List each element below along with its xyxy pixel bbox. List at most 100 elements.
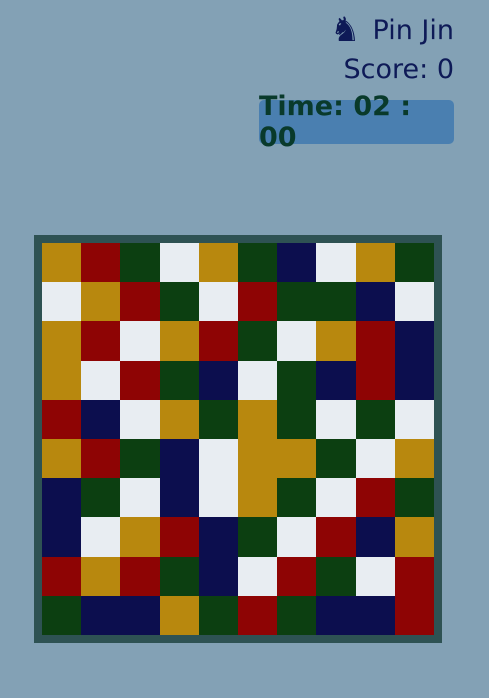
board-tile[interactable] xyxy=(159,243,199,283)
board-tile[interactable] xyxy=(277,360,317,400)
board-tile[interactable] xyxy=(81,556,121,596)
board-tile[interactable] xyxy=(355,321,395,361)
board-tile[interactable] xyxy=(120,282,160,322)
board-tile[interactable] xyxy=(198,517,238,557)
board-tile[interactable] xyxy=(42,399,82,439)
board-tile[interactable] xyxy=(394,360,434,400)
board-tile[interactable] xyxy=(316,438,356,479)
board-tile[interactable] xyxy=(237,517,278,557)
board-tile[interactable] xyxy=(81,243,121,283)
board-tile[interactable] xyxy=(355,556,395,596)
board-tile[interactable] xyxy=(159,399,199,439)
board-tile[interactable] xyxy=(394,282,434,322)
board-tile[interactable] xyxy=(81,282,121,322)
board-tile[interactable] xyxy=(277,478,317,518)
board-tile[interactable] xyxy=(394,595,434,635)
board-tile[interactable] xyxy=(120,399,160,439)
board-tile[interactable] xyxy=(355,360,395,400)
board-tile[interactable] xyxy=(277,556,317,596)
board-tile[interactable] xyxy=(237,282,278,322)
board-tile[interactable] xyxy=(237,438,278,479)
board-tile[interactable] xyxy=(237,595,278,635)
board-tile[interactable] xyxy=(159,595,199,635)
board-tile[interactable] xyxy=(237,243,278,283)
board-tile[interactable] xyxy=(355,595,395,635)
board-tile[interactable] xyxy=(120,243,160,283)
board-tile[interactable] xyxy=(355,438,395,479)
board-tile[interactable] xyxy=(316,478,356,518)
board-tile[interactable] xyxy=(159,360,199,400)
board-tile[interactable] xyxy=(120,556,160,596)
board-tile[interactable] xyxy=(237,478,278,518)
board-tile[interactable] xyxy=(198,595,238,635)
board-tile[interactable] xyxy=(81,360,121,400)
board-tile[interactable] xyxy=(120,438,160,479)
board-tile[interactable] xyxy=(394,243,434,283)
board-tile[interactable] xyxy=(277,243,317,283)
board-tile[interactable] xyxy=(81,321,121,361)
board-tile[interactable] xyxy=(316,556,356,596)
board-tile[interactable] xyxy=(198,321,238,361)
board-tile[interactable] xyxy=(237,556,278,596)
board-tile[interactable] xyxy=(316,243,356,283)
board-tile[interactable] xyxy=(42,438,82,479)
board-tile[interactable] xyxy=(394,556,434,596)
board-tile[interactable] xyxy=(159,517,199,557)
board-tile[interactable] xyxy=(237,321,278,361)
board-tile[interactable] xyxy=(81,399,121,439)
board-tile[interactable] xyxy=(159,556,199,596)
board-tile[interactable] xyxy=(42,243,82,283)
board-tile[interactable] xyxy=(237,399,278,439)
board-tile[interactable] xyxy=(198,438,238,479)
board-tile[interactable] xyxy=(42,517,82,557)
board-tile[interactable] xyxy=(42,360,82,400)
board-tile[interactable] xyxy=(198,243,238,283)
board-tile[interactable] xyxy=(394,321,434,361)
board-tile[interactable] xyxy=(42,321,82,361)
board-tile[interactable] xyxy=(316,321,356,361)
board-tile[interactable] xyxy=(316,595,356,635)
board-tile[interactable] xyxy=(198,282,238,322)
board-tile[interactable] xyxy=(394,399,434,439)
board-tile[interactable] xyxy=(277,438,317,479)
board-tile[interactable] xyxy=(355,282,395,322)
board-tile[interactable] xyxy=(159,478,199,518)
board-tile[interactable] xyxy=(198,478,238,518)
board-tile[interactable] xyxy=(316,360,356,400)
board-tile[interactable] xyxy=(81,478,121,518)
board-tile[interactable] xyxy=(277,282,317,322)
board-tile[interactable] xyxy=(42,595,82,635)
board-tile[interactable] xyxy=(159,282,199,322)
board-tile[interactable] xyxy=(394,517,434,557)
board-tile[interactable] xyxy=(159,321,199,361)
board-tile[interactable] xyxy=(237,360,278,400)
board-tile[interactable] xyxy=(120,595,160,635)
board-tile[interactable] xyxy=(120,360,160,400)
board-tile[interactable] xyxy=(198,360,238,400)
board-tile[interactable] xyxy=(159,438,199,479)
board-tile[interactable] xyxy=(81,438,121,479)
board-tile[interactable] xyxy=(394,478,434,518)
board-tile[interactable] xyxy=(42,556,82,596)
board-tile[interactable] xyxy=(277,321,317,361)
board-tile[interactable] xyxy=(120,517,160,557)
board-tile[interactable] xyxy=(316,399,356,439)
board-tile[interactable] xyxy=(277,595,317,635)
board-tile[interactable] xyxy=(198,399,238,439)
board-tile[interactable] xyxy=(81,595,121,635)
board-tile[interactable] xyxy=(355,399,395,439)
board-tile[interactable] xyxy=(394,438,434,479)
board-tile[interactable] xyxy=(316,282,356,322)
board-tile[interactable] xyxy=(316,517,356,557)
board-tile[interactable] xyxy=(355,478,395,518)
board-tile[interactable] xyxy=(198,556,238,596)
board-tile[interactable] xyxy=(42,282,82,322)
board-tile[interactable] xyxy=(120,478,160,518)
board-tile[interactable] xyxy=(42,478,82,518)
board-tile[interactable] xyxy=(355,517,395,557)
board-tile[interactable] xyxy=(120,321,160,361)
board-tile[interactable] xyxy=(355,243,395,283)
board-tile[interactable] xyxy=(81,517,121,557)
board-tile[interactable] xyxy=(277,399,317,439)
board-tile[interactable] xyxy=(277,517,317,557)
